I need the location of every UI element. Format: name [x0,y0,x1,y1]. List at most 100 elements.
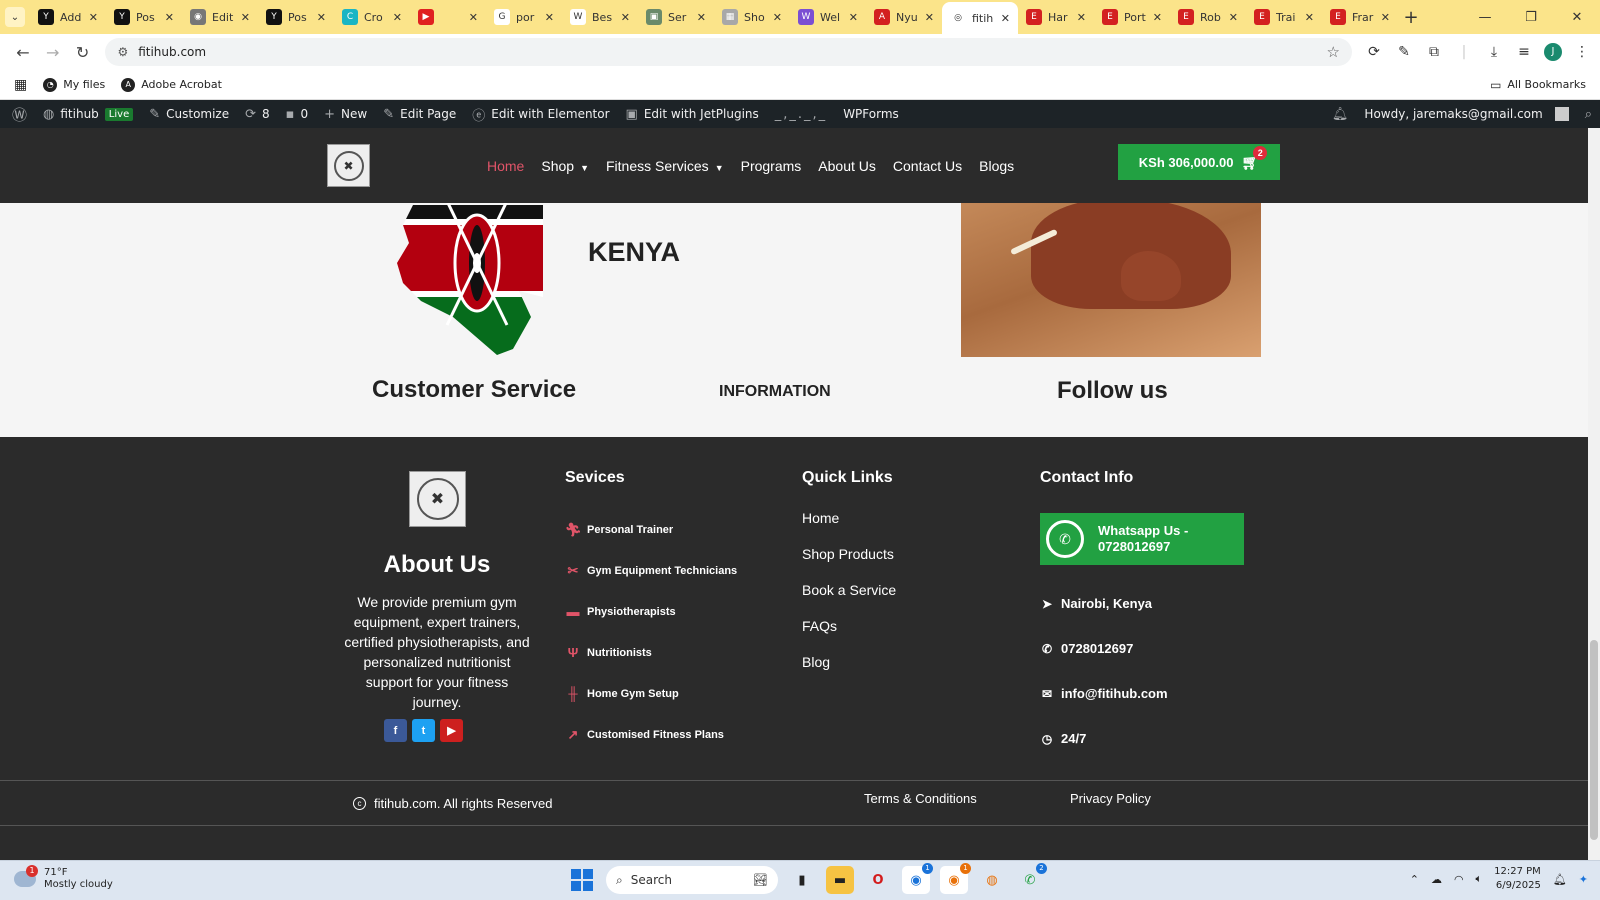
privacy-link[interactable]: Privacy Policy [1070,791,1151,806]
close-tab-icon[interactable]: ✕ [1229,11,1238,24]
download-icon[interactable]: ⤓ [1484,44,1504,60]
browser-tab[interactable]: C Cro ✕ [334,0,410,34]
url-text[interactable]: fitihub.com [138,45,206,59]
wp-site-menu[interactable]: ◍ fitihub Live [35,100,141,128]
service-item[interactable]: Ψ Nutritionists [565,632,737,673]
close-tab-icon[interactable]: ✕ [545,11,554,24]
onedrive-icon[interactable]: ☁ [1431,873,1442,886]
browser-tab[interactable]: Gpor ✕ [486,0,562,34]
service-item[interactable]: ▬ Physiotherapists [565,591,737,632]
cart-button[interactable]: KSh 306,000.00 🛒︎ 2 [1118,144,1280,180]
wp-comments[interactable]: ▪ 0 [278,100,316,128]
wp-edit-elementor[interactable]: ⓔ Edit with Elementor [464,100,617,128]
wp-updates[interactable]: ⟳ 8 [237,100,278,128]
close-tab-icon[interactable]: ✕ [1305,11,1314,24]
nav-item[interactable]: Fitness Services ▼ [606,158,724,174]
extensions-puzzle-icon[interactable]: ⧉ [1424,44,1444,60]
close-tab-icon[interactable]: ✕ [317,11,326,24]
browser-tab[interactable]: E Trai ✕ [1246,0,1322,34]
wifi-icon[interactable]: ◠ [1454,873,1464,886]
tray-overflow-icon[interactable]: ⌃ [1410,873,1419,886]
browser-tab[interactable]: E Rob ✕ [1170,0,1246,34]
nav-item[interactable]: About Us [818,158,876,174]
file-explorer-icon[interactable]: ▬ [826,866,854,894]
omnibox[interactable]: ⚙ fitihub.com ☆ [105,38,1352,66]
close-tab-icon[interactable]: ✕ [393,11,402,24]
new-tab-button[interactable]: + [1398,7,1424,28]
footer-logo[interactable]: ✖ [409,471,466,527]
service-item[interactable]: ✂ Gym Equipment Technicians [565,550,738,591]
forward-button[interactable]: → [38,43,68,62]
wp-new[interactable]: + New [316,100,375,128]
volume-icon[interactable]: 🔈︎ [1476,872,1483,886]
wp-search[interactable]: ⌕ [1577,100,1600,128]
browser-tab[interactable]: ◉ Edit ✕ [182,0,258,34]
close-tab-icon[interactable]: ✕ [621,11,630,24]
clock[interactable]: 12:27 PM 6/9/2025 [1494,865,1541,893]
service-item[interactable]: ↗ Customised Fitness Plans [565,714,737,755]
nav-item[interactable]: Blogs [979,158,1014,174]
task-view-icon[interactable]: ▮ [788,866,816,894]
close-tab-icon[interactable]: ✕ [849,11,858,24]
profile-avatar[interactable]: J [1543,43,1562,61]
wp-edit-jetplugins[interactable]: ▣ Edit with JetPlugins [618,100,767,128]
quick-link[interactable]: Book a Service [802,572,896,608]
nav-item[interactable]: Contact Us [893,158,962,174]
quick-link[interactable]: FAQs [802,608,896,644]
sync-icon[interactable]: ⟳ [1364,44,1384,60]
wp-stats-sparkline[interactable]: _,_._,_ [767,100,835,128]
close-tab-icon[interactable]: ✕ [469,11,478,24]
weather-widget[interactable]: 1 71°F Mostly cloudy [14,865,113,891]
quick-link[interactable]: Shop Products [802,536,896,572]
close-tab-icon[interactable]: ✕ [89,11,98,24]
bookmark-star-icon[interactable]: ☆ [1327,43,1340,61]
close-window-button[interactable]: ✕ [1554,10,1600,25]
site-info-icon[interactable]: ⚙ [117,45,128,59]
minimize-button[interactable]: — [1462,10,1508,25]
browser-tab[interactable]: ▶ ✕ [410,0,486,34]
whatsapp-app-icon[interactable]: ✆ 2 [1016,863,1047,894]
opera-icon[interactable]: O [864,866,892,894]
all-bookmarks[interactable]: ▭ All Bookmarks [1490,78,1586,92]
wp-customize[interactable]: ✎ Customize [141,100,237,128]
service-item[interactable]: 🏃︎ Personal Trainer [565,509,737,550]
whatsapp-button[interactable]: ✆ Whatsapp Us - 0728012697 [1040,513,1244,565]
browser-tab[interactable]: A Nyu ✕ [866,0,942,34]
apps-grid-icon[interactable]: ▦ [14,77,27,93]
wp-logo-menu[interactable]: Ⓦ [4,100,35,128]
tab-search-button[interactable]: ⌄ [0,0,30,34]
browser-tab[interactable]: E Frar ✕ [1322,0,1398,34]
back-button[interactable]: ← [8,43,38,62]
browser-tab[interactable]: E Port ✕ [1094,0,1170,34]
wp-my-account[interactable]: Howdy, jaremaks@gmail.com [1356,100,1576,128]
browser-tab[interactable]: Y Pos ✕ [106,0,182,34]
restore-button[interactable]: ❐ [1508,10,1554,25]
nav-item[interactable]: Shop ▼ [541,158,589,174]
close-tab-icon[interactable]: ✕ [1077,11,1086,24]
quick-link[interactable]: Blog [802,644,896,680]
wp-notifications[interactable]: 🔔︎ [1324,100,1357,128]
chrome-profile-icon[interactable]: ◉ 1 [940,863,971,894]
taskbar-search[interactable]: ⌕ Search 🏞︎ [606,866,778,894]
close-tab-icon[interactable]: ✕ [1153,11,1162,24]
scrollbar-thumb[interactable] [1590,640,1598,840]
media-controls-icon[interactable]: ≡ [1514,44,1534,60]
bookmark-adobe-acrobat[interactable]: A Adobe Acrobat [121,77,222,92]
close-tab-icon[interactable]: ✕ [165,11,174,24]
nav-item[interactable]: Programs [741,158,802,174]
reload-button[interactable]: ↻ [68,43,98,62]
browser-tab[interactable]: ▣ Ser ✕ [638,0,714,34]
browser-tab[interactable]: E Har ✕ [1018,0,1094,34]
browser-tab[interactable]: W Bes ✕ [562,0,638,34]
youtube-icon[interactable]: ▶ [440,719,463,742]
pen-extension-icon[interactable]: ✎ [1394,44,1414,60]
wp-wpforms[interactable]: WPForms [835,100,907,128]
facebook-icon[interactable]: f [384,719,407,742]
terms-link[interactable]: Terms & Conditions [864,791,977,806]
start-button[interactable] [568,866,596,894]
close-tab-icon[interactable]: ✕ [241,11,250,24]
chrome-icon[interactable]: ◉ 1 [902,863,933,894]
close-tab-icon[interactable]: ✕ [1381,11,1390,24]
browser-tab[interactable]: ◎ fitih ✕ [942,2,1018,34]
close-tab-icon[interactable]: ✕ [1001,12,1010,25]
